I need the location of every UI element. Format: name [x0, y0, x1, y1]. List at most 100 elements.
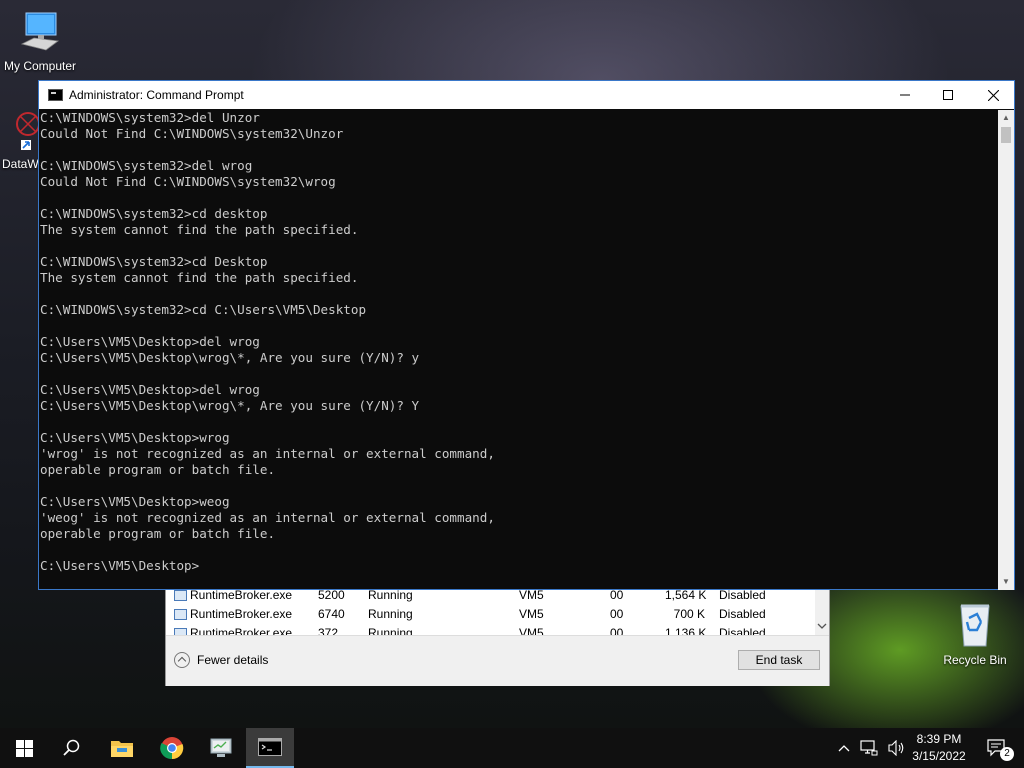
- chrome-icon: [160, 737, 184, 760]
- process-cpu: 00: [610, 607, 624, 621]
- console-line: C:\WINDOWS\system32>cd desktop: [40, 206, 268, 221]
- console-line: Could Not Find C:\WINDOWS\system32\Unzor: [40, 126, 344, 141]
- console-line: operable program or batch file.: [40, 526, 276, 541]
- console-line: C:\Users\VM5\Desktop\wrog\*, Are you sur…: [40, 398, 420, 413]
- process-name: RuntimeBroker.exe: [190, 607, 293, 621]
- console-line: C:\Users\VM5\Desktop>: [40, 558, 200, 573]
- process-cpu: 00: [610, 626, 624, 635]
- search-button[interactable]: [48, 728, 96, 768]
- console-line: C:\Users\VM5\Desktop>del wrog: [40, 334, 260, 349]
- notification-badge: 2: [1000, 747, 1014, 761]
- chevron-down-icon: [817, 623, 827, 629]
- process-memory: 1,564 K: [665, 588, 707, 602]
- process-pid: 6740: [318, 607, 345, 621]
- system-tray: [838, 728, 906, 768]
- process-icon: [174, 590, 187, 601]
- desktop-icon-my-computer[interactable]: My Computer: [0, 10, 80, 73]
- task-manager-window: RuntimeBroker.exe 5200 Running VM5 00 1,…: [165, 588, 830, 686]
- title-bar[interactable]: Administrator: Command Prompt: [39, 81, 1014, 109]
- desktop-icon-recycle-bin[interactable]: Recycle Bin: [935, 600, 1015, 667]
- process-uac: Disabled: [719, 626, 766, 635]
- cmd-icon: [258, 738, 282, 756]
- taskbar-file-explorer[interactable]: [98, 728, 146, 768]
- process-uac: Disabled: [719, 607, 766, 621]
- process-icon: [174, 609, 187, 620]
- console-line: C:\Users\VM5\Desktop>wrog: [40, 430, 230, 445]
- process-status: Running: [368, 588, 413, 602]
- command-prompt-window[interactable]: Administrator: Command Prompt C:\WINDOWS…: [38, 80, 1015, 590]
- console-line: C:\Users\VM5\Desktop>weog: [40, 494, 230, 509]
- process-status: Running: [368, 607, 413, 621]
- fewer-details-link[interactable]: Fewer details: [174, 652, 268, 668]
- process-user: VM5: [519, 626, 544, 635]
- windows-logo-icon: [15, 739, 33, 757]
- action-center-button[interactable]: 2: [982, 728, 1014, 768]
- console-line: C:\WINDOWS\system32>cd Desktop: [40, 254, 268, 269]
- console-line: C:\WINDOWS\system32>del wrog: [40, 158, 253, 173]
- process-pid: 372: [318, 626, 339, 635]
- table-row[interactable]: RuntimeBroker.exe 6740 Running VM5 00 70…: [170, 605, 815, 624]
- maximize-icon: [943, 90, 953, 100]
- minimize-button[interactable]: [882, 81, 928, 109]
- taskbar-command-prompt[interactable]: [246, 728, 294, 768]
- process-icon: [174, 628, 187, 635]
- taskbar-task-manager[interactable]: [197, 728, 245, 768]
- chevron-up-icon[interactable]: [838, 743, 850, 753]
- process-name: RuntimeBroker.exe: [190, 626, 293, 635]
- process-user: VM5: [519, 588, 544, 602]
- folder-icon: [111, 741, 133, 757]
- clock-date: 3/15/2022: [912, 749, 966, 763]
- console-line: operable program or batch file.: [40, 462, 276, 477]
- search-icon: [63, 739, 80, 756]
- console-line: C:\WINDOWS\system32>cd C:\Users\VM5\Desk…: [40, 302, 367, 317]
- process-name: RuntimeBroker.exe: [190, 588, 293, 602]
- clock[interactable]: 8:39 PM 3/15/2022: [905, 731, 973, 765]
- taskbar: 8:39 PM 3/15/2022 2: [0, 728, 1024, 768]
- start-button[interactable]: [0, 728, 48, 768]
- process-memory: 1,136 K: [665, 626, 707, 635]
- scroll-down-arrow-icon[interactable]: ▼: [998, 574, 1014, 590]
- scroll-up-arrow-icon[interactable]: ▲: [998, 110, 1014, 126]
- dataw-app-icon: [16, 112, 40, 150]
- task-manager-icon: [210, 738, 232, 757]
- close-button[interactable]: [970, 81, 1016, 109]
- desktop-icon-label: My Computer: [3, 59, 77, 73]
- end-task-button[interactable]: End task: [738, 650, 820, 670]
- console-output[interactable]: C:\WINDOWS\system32>del Unzor Could Not F…: [39, 110, 999, 590]
- console-line: C:\Users\VM5\Desktop>del wrog: [40, 382, 260, 397]
- console-line: Could Not Find C:\WINDOWS\system32\wrog: [40, 174, 336, 189]
- desktop-icon-label: Recycle Bin: [943, 653, 1007, 667]
- minimize-icon: [900, 94, 910, 96]
- console-line: The system cannot find the path specifie…: [40, 222, 359, 237]
- table-row[interactable]: RuntimeBroker.exe 372 Running VM5 00 1,1…: [170, 624, 815, 635]
- console-scrollbar[interactable]: ▲ ▼: [998, 110, 1014, 590]
- window-title: Administrator: Command Prompt: [69, 88, 244, 102]
- process-uac: Disabled: [719, 588, 766, 602]
- scroll-thumb[interactable]: [1001, 127, 1011, 143]
- process-status: Running: [368, 626, 413, 635]
- console-line: C:\WINDOWS\system32>del Unzor: [40, 110, 260, 125]
- maximize-button[interactable]: [925, 81, 971, 109]
- network-icon[interactable]: [860, 740, 878, 756]
- task-manager-scrollbar[interactable]: [815, 589, 829, 635]
- computer-icon: [20, 12, 60, 51]
- taskbar-chrome[interactable]: [148, 728, 196, 768]
- console-line: The system cannot find the path specifie…: [40, 270, 359, 285]
- volume-icon[interactable]: [888, 740, 906, 756]
- process-pid: 5200: [318, 588, 345, 602]
- fewer-details-label: Fewer details: [197, 653, 269, 667]
- console-line: C:\Users\VM5\Desktop\wrog\*, Are you sur…: [40, 350, 420, 365]
- cmd-icon: [48, 89, 63, 101]
- process-memory: 700 K: [673, 607, 705, 621]
- console-line: 'weog' is not recognized as an internal …: [40, 510, 495, 525]
- console-line: 'wrog' is not recognized as an internal …: [40, 446, 495, 461]
- clock-time: 8:39 PM: [916, 732, 962, 746]
